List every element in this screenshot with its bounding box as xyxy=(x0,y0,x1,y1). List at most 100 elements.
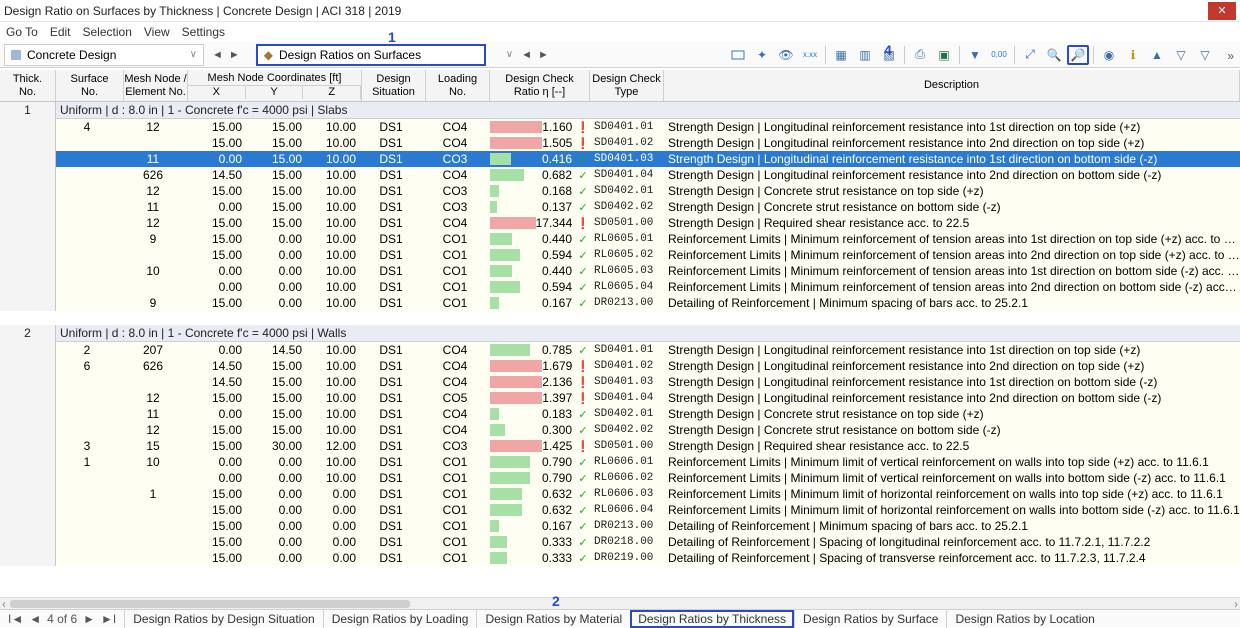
cell-y: 15.00 xyxy=(248,120,308,134)
category-nav[interactable]: ◄► xyxy=(210,49,242,61)
eye-icon[interactable]: 👁 xyxy=(775,45,797,65)
col-coords[interactable]: Mesh Node Coordinates [ft] X Y Z xyxy=(188,70,362,101)
probe-icon[interactable]: ✦ xyxy=(751,45,773,65)
zero-filter-icon[interactable]: 0,00 xyxy=(988,45,1010,65)
map-icon[interactable]: ▲ xyxy=(1146,45,1168,65)
cell-ratio: 0.440✓ xyxy=(490,232,590,246)
cell-z: 10.00 xyxy=(308,200,362,214)
row-gutter xyxy=(0,518,56,534)
col-ds[interactable]: DesignSituation xyxy=(362,70,426,101)
cell-lo: CO1 xyxy=(426,455,490,469)
table-row[interactable]: 1215.0015.0010.00DS1CO51.397❗SD0401.04St… xyxy=(0,390,1240,406)
table-row[interactable]: 0.000.0010.00DS1CO10.594✓RL0605.04Reinfo… xyxy=(0,279,1240,295)
table-row[interactable]: 915.000.0010.00DS1CO10.167✓DR0213.00Deta… xyxy=(0,295,1240,311)
tab-design-ratios-by-thickness[interactable]: Design Ratios by Thickness xyxy=(630,610,794,628)
menu-settings[interactable]: Settings xyxy=(182,25,225,39)
table-row[interactable]: 15.000.0010.00DS1CO10.594✓RL0605.02Reinf… xyxy=(0,247,1240,263)
more-icon[interactable]: » xyxy=(1227,49,1234,63)
table-row[interactable]: 110.0015.0010.00DS1CO30.416✓SD0401.03Str… xyxy=(0,151,1240,167)
excel-icon[interactable]: ▣ xyxy=(933,45,955,65)
cell-lo: CO1 xyxy=(426,296,490,310)
color-icon[interactable]: ◉ xyxy=(1098,45,1120,65)
cell-z: 0.00 xyxy=(308,519,362,533)
cell-x: 15.00 xyxy=(188,391,248,405)
tab-design-ratios-by-material[interactable]: Design Ratios by Material xyxy=(476,610,630,628)
search-icon[interactable]: 🔍 xyxy=(1043,45,1065,65)
check-icon: ✓ xyxy=(576,169,590,182)
table-row[interactable]: 15.000.000.00DS1CO10.333✓DR0219.00Detail… xyxy=(0,550,1240,566)
info-icon[interactable]: ℹ xyxy=(1122,45,1144,65)
table-icon[interactable]: ▦ xyxy=(830,45,852,65)
menu-view[interactable]: View xyxy=(144,25,170,39)
table-row[interactable]: 1215.0015.0010.00DS1CO40.300✓SD0402.02St… xyxy=(0,422,1240,438)
cell-x: 15.00 xyxy=(188,184,248,198)
filter-icon[interactable]: ▼ xyxy=(964,45,986,65)
table-row[interactable]: 1100.000.0010.00DS1CO10.790✓RL0606.01Rei… xyxy=(0,454,1240,470)
result-type-combo[interactable]: ◆ Design Ratios on Surfaces xyxy=(256,44,486,66)
cell-y: 15.00 xyxy=(248,423,308,437)
col-thick[interactable]: Thick.No. xyxy=(0,70,56,101)
col-desc[interactable]: Description xyxy=(664,70,1240,101)
table-row[interactable]: 62614.5015.0010.00DS1CO40.682✓SD0401.04S… xyxy=(0,167,1240,183)
scrollbar-thumb[interactable] xyxy=(10,600,410,608)
cell-code: SD0401.02 xyxy=(590,360,664,372)
cell-x: 0.00 xyxy=(188,152,248,166)
export-icon[interactable]: ⎙ xyxy=(909,45,931,65)
table-row[interactable]: 0.000.0010.00DS1CO10.790✓RL0606.02Reinfo… xyxy=(0,470,1240,486)
col-loading[interactable]: LoadingNo. xyxy=(426,70,490,101)
table-row[interactable]: 15.0015.0010.00DS1CO41.505❗SD0401.02Stre… xyxy=(0,135,1240,151)
close-button[interactable]: ✕ xyxy=(1208,2,1236,20)
col-type[interactable]: Design CheckType xyxy=(590,70,664,101)
funnel2-icon[interactable]: ▽ xyxy=(1194,45,1216,65)
table-row[interactable]: 110.0015.0010.00DS1CO30.137✓SD0402.02Str… xyxy=(0,199,1240,215)
cell-x: 0.00 xyxy=(188,280,248,294)
table-row[interactable]: 100.000.0010.00DS1CO10.440✓RL0605.03Rein… xyxy=(0,263,1240,279)
col-surface[interactable]: SurfaceNo. xyxy=(56,70,124,101)
cell-desc: Detailing of Reinforcement | Minimum spa… xyxy=(664,296,1240,310)
table-row[interactable]: 110.0015.0010.00DS1CO40.183✓SD0402.01Str… xyxy=(0,406,1240,422)
cell-y: 15.00 xyxy=(248,200,308,214)
table-row[interactable]: 15.000.000.00DS1CO10.333✓DR0218.00Detail… xyxy=(0,534,1240,550)
tab-design-ratios-by-location[interactable]: Design Ratios by Location xyxy=(946,610,1102,628)
zoom-selection-icon[interactable]: 🔎 xyxy=(1067,45,1089,65)
cell-ds: DS1 xyxy=(362,503,426,517)
h-scrollbar[interactable]: ‹ › xyxy=(0,597,1240,609)
table-row[interactable]: 915.000.0010.00DS1CO10.440✓RL0605.01Rein… xyxy=(0,231,1240,247)
tab-design-ratios-by-surface[interactable]: Design Ratios by Surface xyxy=(794,610,946,628)
menu-edit[interactable]: Edit xyxy=(50,25,71,39)
cell-desc: Reinforcement Limits | Minimum reinforce… xyxy=(664,248,1240,262)
table-row[interactable]: 1215.0015.0010.00DS1CO417.344❗SD0501.00S… xyxy=(0,215,1240,231)
tab-design-ratios-by-loading[interactable]: Design Ratios by Loading xyxy=(323,610,477,628)
table-row[interactable]: 662614.5015.0010.00DS1CO41.679❗SD0401.02… xyxy=(0,358,1240,374)
table-row[interactable]: 115.000.000.00DS1CO10.632✓RL0606.03Reinf… xyxy=(0,486,1240,502)
funnel-icon[interactable]: ▽ xyxy=(1170,45,1192,65)
cell-y: 15.00 xyxy=(248,152,308,166)
menu-selection[interactable]: Selection xyxy=(83,25,132,39)
result-nav[interactable]: ◄► xyxy=(519,49,551,61)
view-icon[interactable] xyxy=(727,45,749,65)
pager[interactable]: I◄◄ 4 of 6 ►►I xyxy=(0,612,124,626)
xxx-icon[interactable]: x.xx xyxy=(799,45,821,65)
table-row[interactable]: 15.000.000.00DS1CO10.167✓DR0213.00Detail… xyxy=(0,518,1240,534)
cell-mesh: 10 xyxy=(124,455,188,469)
footer: I◄◄ 4 of 6 ►►I Design Ratios by Design S… xyxy=(0,609,1240,627)
table-row[interactable]: 1215.0015.0010.00DS1CO30.168✓SD0402.01St… xyxy=(0,183,1240,199)
grid-icon[interactable]: ▥ xyxy=(854,45,876,65)
cell-x: 15.00 xyxy=(188,519,248,533)
table-row[interactable]: 22070.0014.5010.00DS1CO40.785✓SD0401.01S… xyxy=(0,342,1240,358)
table-row[interactable]: 41215.0015.0010.00DS1CO41.160❗SD0401.01S… xyxy=(0,119,1240,135)
group-row[interactable]: 1Uniform | d : 8.0 in | 1 - Concrete f'c… xyxy=(0,102,1240,119)
combo-main-text: Concrete Design xyxy=(27,48,184,62)
tab-design-ratios-by-design-situation[interactable]: Design Ratios by Design Situation xyxy=(124,610,322,628)
cell-x: 15.00 xyxy=(188,503,248,517)
table-row[interactable]: 15.000.000.00DS1CO10.632✓RL0606.04Reinfo… xyxy=(0,502,1240,518)
col-ratio[interactable]: Design CheckRatio η [--] xyxy=(490,70,590,101)
table-row[interactable]: 14.5015.0010.00DS1CO42.136❗SD0401.03Stre… xyxy=(0,374,1240,390)
table-row[interactable]: 31515.0030.0012.00DS1CO31.425❗SD0501.00S… xyxy=(0,438,1240,454)
zoom-extents-icon[interactable]: ⤢ xyxy=(1019,45,1041,65)
group-row[interactable]: 2Uniform | d : 8.0 in | 1 - Concrete f'c… xyxy=(0,325,1240,342)
category-combo[interactable]: Concrete Design ∨ xyxy=(4,44,204,66)
col-mesh[interactable]: Mesh Node /Element No. xyxy=(124,70,188,101)
menu-go-to[interactable]: Go To xyxy=(6,25,38,39)
cell-lo: CO4 xyxy=(426,136,490,150)
